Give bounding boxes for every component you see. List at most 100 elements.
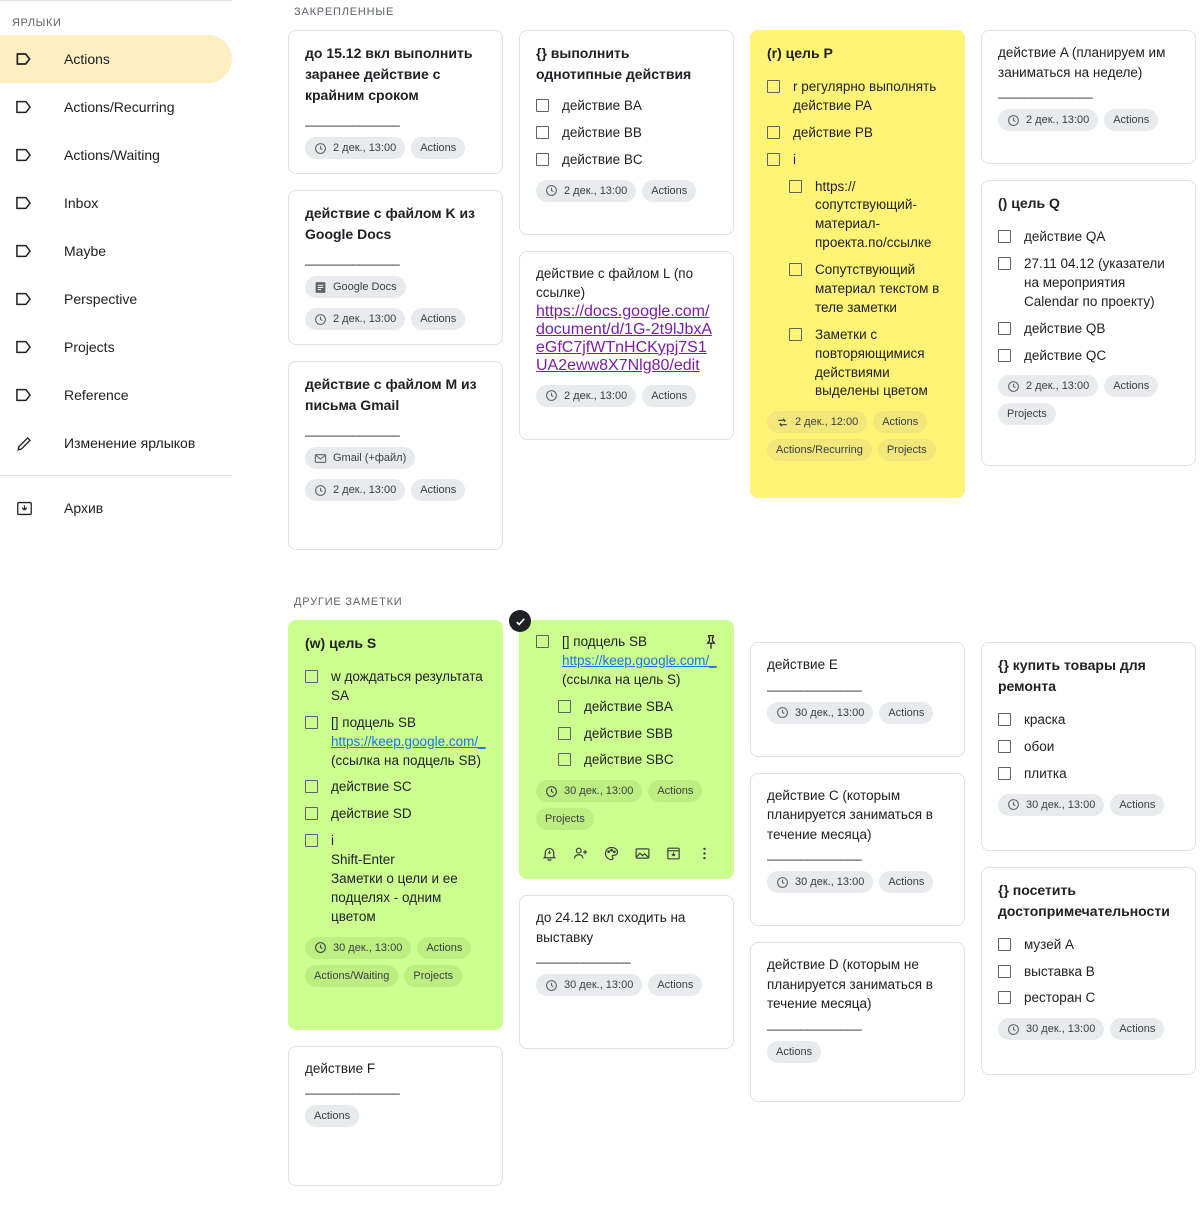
label-chip[interactable]: Actions	[879, 871, 934, 894]
note-card[interactable]: действие D (которым не планируется заним…	[750, 942, 965, 1102]
checklist-item[interactable]: действие SBB	[536, 725, 717, 744]
checkbox[interactable]	[767, 125, 780, 139]
note-card[interactable]: {} выполнить однотипные действия действи…	[519, 30, 734, 235]
label-chip[interactable]: Actions	[873, 411, 928, 434]
label-chip[interactable]: Actions	[1104, 375, 1159, 398]
checklist-item[interactable]: [] подцель SB https://keep.google.com/_ …	[536, 633, 717, 690]
note-card[interactable]: действие с файлом K из Google Docs _____…	[288, 190, 503, 345]
checkbox[interactable]	[998, 991, 1011, 1005]
checklist-item[interactable]: ресторан C	[998, 989, 1179, 1008]
note-link[interactable]: https://keep.google.com/_	[562, 653, 717, 668]
label-chip[interactable]: Actions	[879, 701, 934, 724]
checkbox[interactable]	[305, 780, 318, 794]
gmail-chip[interactable]: Gmail (+файл)	[305, 447, 416, 469]
label-chip[interactable]: Actions	[305, 1105, 360, 1128]
sidebar-item-actions-waiting[interactable]: Actions/Waiting	[0, 131, 232, 179]
note-card[interactable]: (r) цель P r регулярно выполнять действи…	[750, 30, 965, 499]
label-chip[interactable]: Projects	[998, 403, 1056, 426]
checkbox[interactable]	[305, 834, 318, 848]
checklist-item[interactable]: действие SBA	[536, 698, 717, 717]
label-chip[interactable]: Actions	[411, 479, 466, 501]
note-card[interactable]: действие A (планируем им заниматься на н…	[981, 30, 1196, 165]
checkbox[interactable]	[998, 348, 1011, 362]
sidebar-item-perspective[interactable]: Perspective	[0, 275, 232, 323]
label-chip[interactable]: Projects	[404, 964, 463, 987]
more-options-icon[interactable]	[693, 842, 715, 864]
reminder-chip[interactable]: 30 дек., 13:00	[536, 780, 643, 803]
checklist-item[interactable]: 27.11 04.12 (указатели на мероприятия Ca…	[998, 255, 1179, 312]
pin-icon[interactable]	[702, 633, 720, 651]
checklist-item[interactable]: обои	[998, 738, 1179, 757]
reminder-chip[interactable]: 30 дек., 13:00	[305, 936, 412, 959]
sidebar-item-actions[interactable]: Actions	[0, 35, 232, 83]
reminder-chip[interactable]: 2 дек., 13:00	[305, 137, 406, 159]
checkbox[interactable]	[767, 80, 780, 93]
sidebar-item-maybe[interactable]: Maybe	[0, 227, 232, 275]
label-chip[interactable]: Projects	[877, 439, 936, 462]
label-chip[interactable]: Actions	[648, 974, 703, 997]
checklist-item[interactable]: действие QA	[998, 228, 1179, 247]
checkbox[interactable]	[536, 99, 549, 112]
checkbox[interactable]	[536, 635, 549, 648]
note-card[interactable]: действие C (которым планируется занимать…	[750, 772, 965, 927]
checklist-item[interactable]: w дождаться результата SA	[305, 668, 486, 706]
note-card[interactable]: до 15.12 вкл выполнить заранее действие …	[288, 30, 503, 174]
label-chip[interactable]: Actions	[648, 780, 703, 803]
sidebar-item-projects[interactable]: Projects	[0, 323, 232, 371]
note-card[interactable]: действие E ______________ 30 дек., 13:00…	[750, 642, 965, 757]
checkbox[interactable]	[558, 726, 571, 740]
checkbox[interactable]	[789, 179, 802, 193]
checklist-item[interactable]: действие BA	[536, 97, 717, 116]
sidebar-item-edit-labels[interactable]: Изменение ярлыков	[0, 419, 232, 467]
label-chip[interactable]: Projects	[536, 808, 594, 831]
checkbox[interactable]	[789, 327, 802, 341]
reminder-chip[interactable]: 30 дек., 13:00	[767, 871, 874, 894]
note-card-selected[interactable]: [] подцель SB https://keep.google.com/_ …	[509, 610, 734, 880]
image-icon[interactable]	[631, 842, 653, 864]
label-chip[interactable]: Actions/Recurring	[767, 439, 872, 462]
label-chip[interactable]: Actions	[411, 308, 466, 330]
sidebar-item-inbox[interactable]: Inbox	[0, 179, 232, 227]
checkbox[interactable]	[998, 713, 1011, 726]
checklist-item[interactable]: действие QC	[998, 347, 1179, 366]
label-chip[interactable]: Actions	[411, 137, 466, 159]
checklist-item[interactable]: выставка B	[998, 963, 1179, 982]
checklist-item[interactable]: действие BB	[536, 124, 717, 143]
note-link[interactable]: https://keep.google.com/_	[331, 734, 486, 749]
collaborator-add-icon[interactable]	[569, 842, 591, 864]
checklist-item[interactable]: действие SBC	[536, 751, 717, 770]
checklist-item[interactable]: действие SD	[305, 805, 486, 824]
checkbox[interactable]	[305, 807, 318, 821]
checklist-item[interactable]: музей A	[998, 936, 1179, 955]
sidebar-item-reference[interactable]: Reference	[0, 371, 232, 419]
checklist-item[interactable]: i Shift-Enter Заметки о цели и ее подцел…	[305, 832, 486, 926]
reminder-chip[interactable]: 30 дек., 13:00	[536, 974, 643, 997]
checkbox[interactable]	[536, 152, 549, 166]
checkbox[interactable]	[998, 766, 1011, 780]
reminder-chip[interactable]: 30 дек., 13:00	[998, 1018, 1105, 1041]
checklist-item[interactable]: Заметки с повторяющимися действиями выде…	[767, 326, 948, 402]
note-card[interactable]: действие с файлом L (по ссылке) https://…	[519, 250, 734, 440]
checklist-item[interactable]: i	[767, 151, 948, 170]
label-chip[interactable]: Actions	[1110, 1018, 1165, 1041]
checkbox[interactable]	[767, 152, 780, 166]
checklist-item[interactable]: https://сопутствующий-материал-проекта.п…	[767, 178, 948, 254]
checkbox[interactable]	[998, 230, 1011, 244]
label-chip[interactable]: Actions	[417, 936, 472, 959]
reminder-chip[interactable]: 30 дек., 13:00	[767, 701, 874, 724]
checkbox[interactable]	[998, 937, 1011, 951]
checkbox[interactable]	[536, 125, 549, 139]
label-chip[interactable]: Actions/Waiting	[305, 964, 399, 987]
reminder-chip[interactable]: 2 дек., 13:00	[998, 375, 1099, 398]
reminder-chip[interactable]: 2 дек., 13:00	[998, 109, 1099, 132]
checkbox[interactable]	[558, 753, 571, 767]
checkbox[interactable]	[998, 739, 1011, 753]
recurring-reminder-chip[interactable]: 2 дек., 12:00	[767, 411, 868, 434]
label-chip[interactable]: Actions	[642, 384, 697, 407]
checklist-item[interactable]: действие BC	[536, 151, 717, 170]
note-card[interactable]: () цель Q действие QA 27.11 04.12 (указа…	[981, 180, 1196, 467]
checklist-item[interactable]: действие QB	[998, 320, 1179, 339]
label-chip[interactable]: Actions	[767, 1040, 822, 1063]
sidebar-item-archive[interactable]: Архив	[0, 484, 232, 532]
sidebar-item-actions-recurring[interactable]: Actions/Recurring	[0, 83, 232, 131]
